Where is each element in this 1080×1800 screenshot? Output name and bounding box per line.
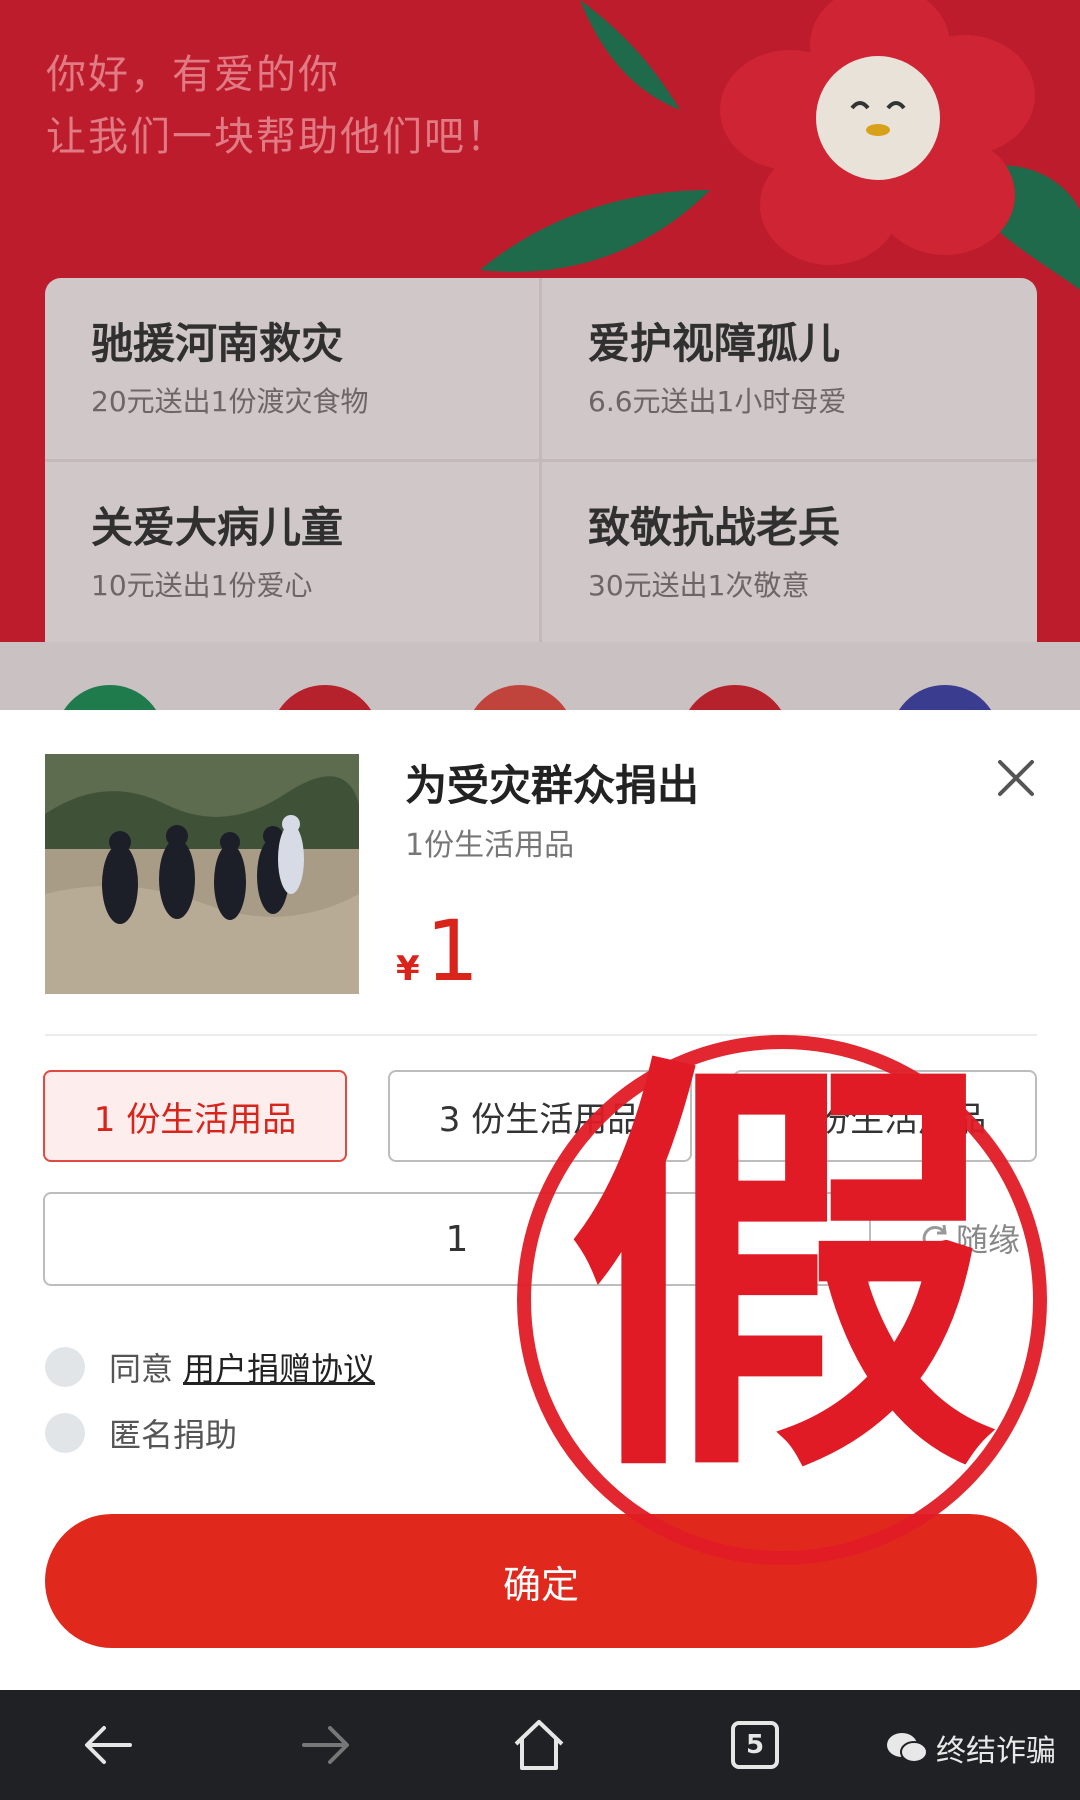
donation-title: 为受灾群众捐出 <box>405 761 700 810</box>
flower-mascot-icon <box>720 0 1035 265</box>
anonymous-radio[interactable] <box>45 1413 85 1453</box>
close-icon[interactable] <box>990 752 1042 804</box>
greeting-line1: 你好，有爱的你 <box>46 52 340 98</box>
wechat-icon <box>887 1733 928 1763</box>
project-subtitle: 30元送出1次敬意 <box>588 569 810 602</box>
anonymous-label: 匿名捐助 <box>109 1416 238 1454</box>
tabs-button[interactable]: 5 <box>722 1712 788 1778</box>
tabs-icon: 5 <box>731 1721 779 1769</box>
agreement-link[interactable]: 用户捐赠协议 <box>183 1344 375 1390</box>
greeting: 你好，有爱的你 让我们一块帮助他们吧！ <box>46 44 508 168</box>
project-card[interactable]: 驰援河南救灾 20元送出1份渡灾食物 <box>45 278 539 459</box>
watermark-text: 终结诈骗 <box>936 1734 1056 1769</box>
project-subtitle: 10元送出1份爱心 <box>91 569 313 602</box>
forward-arrow-icon[interactable] <box>292 1712 358 1778</box>
project-subtitle: 20元送出1份渡灾食物 <box>91 385 369 418</box>
project-card[interactable]: 致敬抗战老兵 30元送出1次敬意 <box>542 462 1036 643</box>
greeting-line2: 让我们一块帮助他们吧！ <box>46 114 508 160</box>
leaf-decoration <box>580 0 680 110</box>
currency-symbol: ¥ <box>396 949 420 989</box>
tab-count: 5 <box>745 1730 765 1760</box>
fake-stamp: 假 <box>517 1030 1047 1565</box>
home-icon[interactable] <box>506 1712 572 1778</box>
browser-navbar: 5 终结诈骗 <box>0 1690 1080 1800</box>
project-card[interactable]: 关爱大病儿童 10元送出1份爱心 <box>45 462 539 643</box>
donation-subtitle: 1份生活用品 <box>405 828 575 863</box>
price: ¥ 1 <box>396 906 479 996</box>
project-card[interactable]: 爱护视障孤儿 6.6元送出1小时母爱 <box>542 278 1036 459</box>
agree-label: 同意 <box>109 1350 174 1388</box>
anonymous-row[interactable]: 匿名捐助 <box>45 1410 237 1456</box>
leaf-decoration <box>480 190 710 272</box>
watermark: 终结诈骗 <box>886 1726 1056 1770</box>
project-grid: 驰援河南救灾 20元送出1份渡灾食物 爱护视障孤儿 6.6元送出1小时母爱 关爱… <box>45 278 1037 658</box>
back-arrow-icon[interactable] <box>76 1712 142 1778</box>
project-title: 爱护视障孤儿 <box>588 319 841 368</box>
agree-radio[interactable] <box>45 1347 85 1387</box>
project-subtitle: 6.6元送出1小时母爱 <box>588 385 847 418</box>
project-title: 关爱大病儿童 <box>91 503 344 552</box>
project-title: 驰援河南救灾 <box>91 319 344 368</box>
background-page: 你好，有爱的你 让我们一块帮助他们吧！ 驰援河南救灾 20元送出1份渡灾食物 爱… <box>0 0 1080 710</box>
price-value: 1 <box>425 902 480 1000</box>
agree-row[interactable]: 同意 用户捐赠协议 <box>45 1344 375 1390</box>
project-title: 致敬抗战老兵 <box>588 503 841 552</box>
stamp-text: 假 <box>567 1030 997 1525</box>
flood-rescue-image <box>45 754 359 994</box>
option-1-button[interactable]: 1 份生活用品 <box>43 1070 347 1162</box>
